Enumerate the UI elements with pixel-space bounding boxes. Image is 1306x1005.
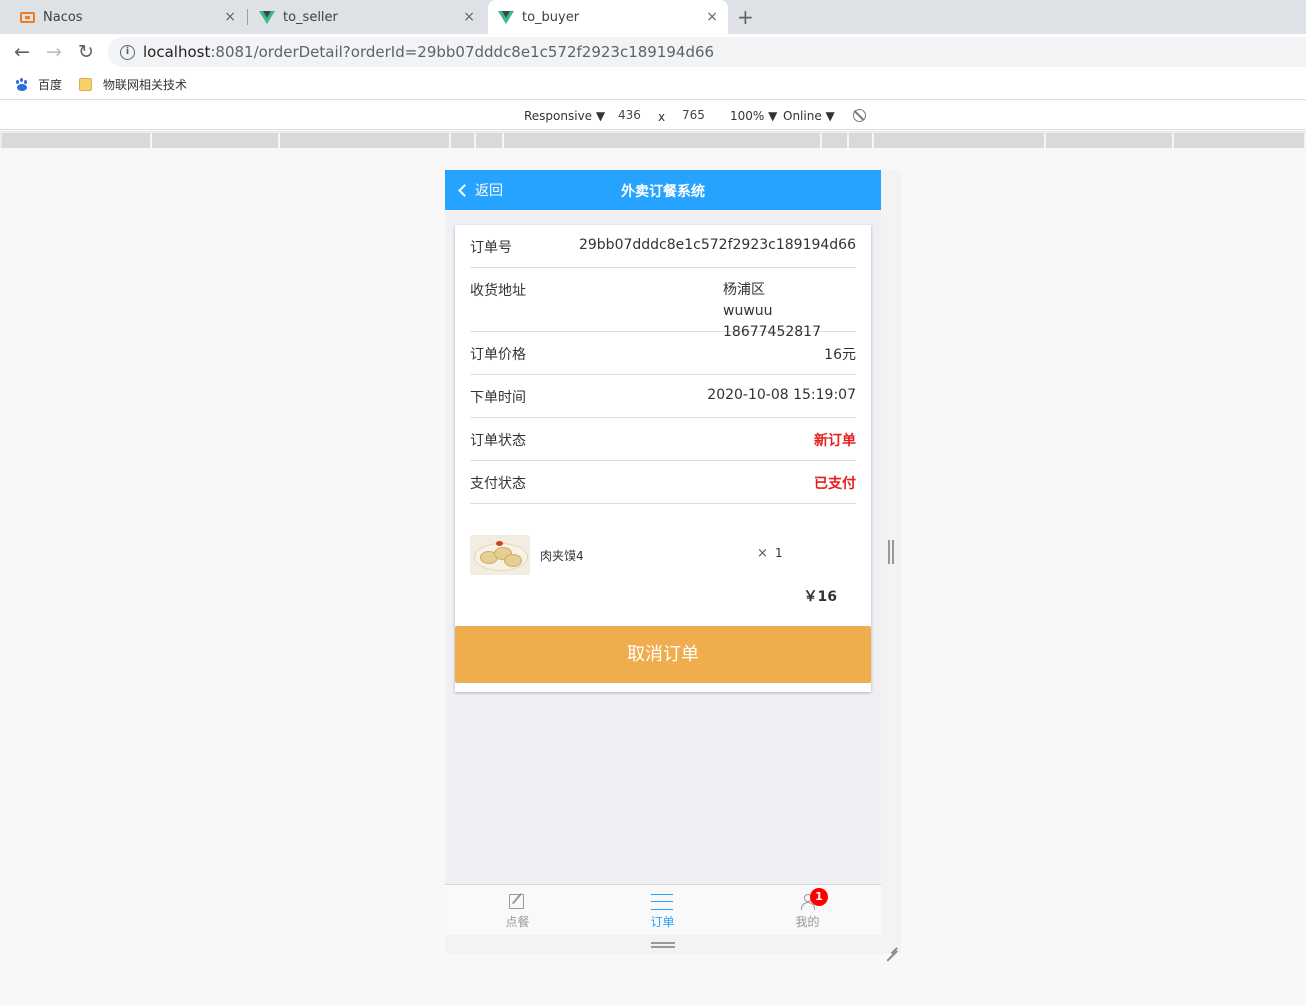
vue-icon xyxy=(498,10,514,24)
tab-title: Nacos xyxy=(43,9,83,25)
order-id-value: 29bb07dddc8e1c572f2923c189194d66 xyxy=(578,237,856,253)
browser-tab-nacos[interactable]: Nacos × xyxy=(8,0,246,34)
folder-icon xyxy=(79,78,92,91)
bottom-tabbar: 点餐 订单 1 我的 xyxy=(445,884,881,935)
close-tab-icon[interactable]: × xyxy=(463,9,475,25)
close-tab-icon[interactable]: × xyxy=(706,9,718,25)
baidu-paw-icon xyxy=(15,77,29,92)
url-path: :8081/orderDetail?orderId=29bb07dddc8e1c… xyxy=(210,43,715,61)
nacos-icon xyxy=(20,11,35,23)
tab-separator xyxy=(247,9,248,25)
network-throttle-select[interactable]: Online ▼ xyxy=(783,109,835,123)
bookmark-baidu[interactable]: 百度 xyxy=(15,76,62,93)
address-row: 收货地址 杨浦区 wuwuu 18677452817 xyxy=(470,268,856,340)
url-host: localhost xyxy=(143,43,211,61)
tab-orders[interactable]: 订单 xyxy=(590,885,735,935)
pay-status-badge: 已支付 xyxy=(814,476,856,492)
list-icon xyxy=(651,894,673,910)
page-title: 外卖订餐系统 xyxy=(621,184,705,200)
zoom-select[interactable]: 100% ▼ xyxy=(730,109,777,123)
bookmarks-bar: 百度 物联网相关技术 xyxy=(0,70,1306,100)
bookmark-label: 物联网相关技术 xyxy=(103,78,188,92)
row-label: 订单价格 xyxy=(470,347,526,363)
device-width-input[interactable]: 436 xyxy=(612,106,647,126)
mobile-viewport: 返回 外卖订餐系统 订单号 29bb07dddc8e1c572f2923c189… xyxy=(445,170,881,935)
order-status-row: 订单状态 新订单 xyxy=(470,418,856,461)
rotate-disabled-icon[interactable] xyxy=(853,109,866,122)
resize-handle-bottom[interactable] xyxy=(651,942,675,948)
device-toolbar: Responsive ▼ 436 x 765 100% ▼ Online ▼ xyxy=(0,101,1306,130)
address-district: 杨浦区 xyxy=(723,282,765,298)
tab-label: 我的 xyxy=(795,915,820,929)
url-text[interactable]: localhost:8081/orderDetail?orderId=29bb0… xyxy=(143,43,714,61)
product-thumbnail xyxy=(470,535,530,575)
row-label: 订单号 xyxy=(470,240,512,256)
address-bar[interactable]: i localhost:8081/orderDetail?orderId=29b… xyxy=(108,37,1306,67)
order-price-row: 订单价格 16元 xyxy=(470,332,856,375)
order-detail-card: 订单号 29bb07dddc8e1c572f2923c189194d66 收货地… xyxy=(455,225,871,692)
order-id-row: 订单号 29bb07dddc8e1c572f2923c189194d66 xyxy=(470,225,856,268)
order-time-value: 2020-10-08 15:19:07 xyxy=(707,387,856,403)
tab-order-food[interactable]: 点餐 xyxy=(445,885,590,935)
product-name: 肉夹馍4 xyxy=(540,549,584,563)
edit-icon xyxy=(509,894,524,909)
resize-handle-right[interactable] xyxy=(888,540,894,564)
bookmark-iot-folder[interactable]: 物联网相关技术 xyxy=(79,76,187,93)
dimension-times: x xyxy=(658,110,666,124)
order-status-badge: 新订单 xyxy=(814,433,856,449)
product-quantity: 1 xyxy=(775,546,783,560)
browser-tab-strip: Nacos × to_seller × to_buyer × + xyxy=(0,0,1306,34)
tab-title: to_seller xyxy=(283,9,338,25)
info-icon[interactable]: i xyxy=(120,44,135,60)
media-query-ruler xyxy=(0,131,1306,148)
new-tab-button[interactable]: + xyxy=(737,6,754,28)
order-price-value: 16元 xyxy=(824,347,856,363)
browser-tab-to-buyer[interactable]: to_buyer × xyxy=(488,0,728,34)
notification-badge: 1 xyxy=(810,888,828,906)
browser-toolbar: ← → ↻ i localhost:8081/orderDetail?order… xyxy=(0,34,1306,70)
cancel-order-button[interactable]: 取消订单 xyxy=(455,626,871,683)
tab-label: 订单 xyxy=(650,915,675,929)
vue-icon xyxy=(259,10,275,24)
browser-tab-to-seller[interactable]: to_seller × xyxy=(250,0,485,34)
row-label: 下单时间 xyxy=(470,390,526,406)
device-select[interactable]: Responsive ▼ xyxy=(524,109,605,123)
app-header: 返回 外卖订餐系统 xyxy=(445,170,881,210)
row-label: 支付状态 xyxy=(470,476,526,492)
tab-title: to_buyer xyxy=(522,9,580,25)
row-label: 订单状态 xyxy=(470,433,526,449)
reload-button[interactable]: ↻ xyxy=(74,41,98,63)
resize-handle-corner[interactable] xyxy=(885,939,897,951)
tab-label: 点餐 xyxy=(505,915,530,929)
order-time-row: 下单时间 2020-10-08 15:19:07 xyxy=(470,375,856,418)
tab-mine[interactable]: 1 我的 xyxy=(735,885,880,935)
times-icon: × xyxy=(757,546,768,561)
back-button[interactable]: ← xyxy=(10,41,34,63)
order-total: ￥16 xyxy=(803,589,837,605)
device-height-input[interactable]: 765 xyxy=(676,106,711,126)
row-label: 收货地址 xyxy=(470,283,526,299)
close-tab-icon[interactable]: × xyxy=(224,9,236,25)
pay-status-row: 支付状态 已支付 xyxy=(470,461,856,504)
forward-button[interactable]: → xyxy=(42,41,66,63)
bookmark-label: 百度 xyxy=(38,78,63,92)
